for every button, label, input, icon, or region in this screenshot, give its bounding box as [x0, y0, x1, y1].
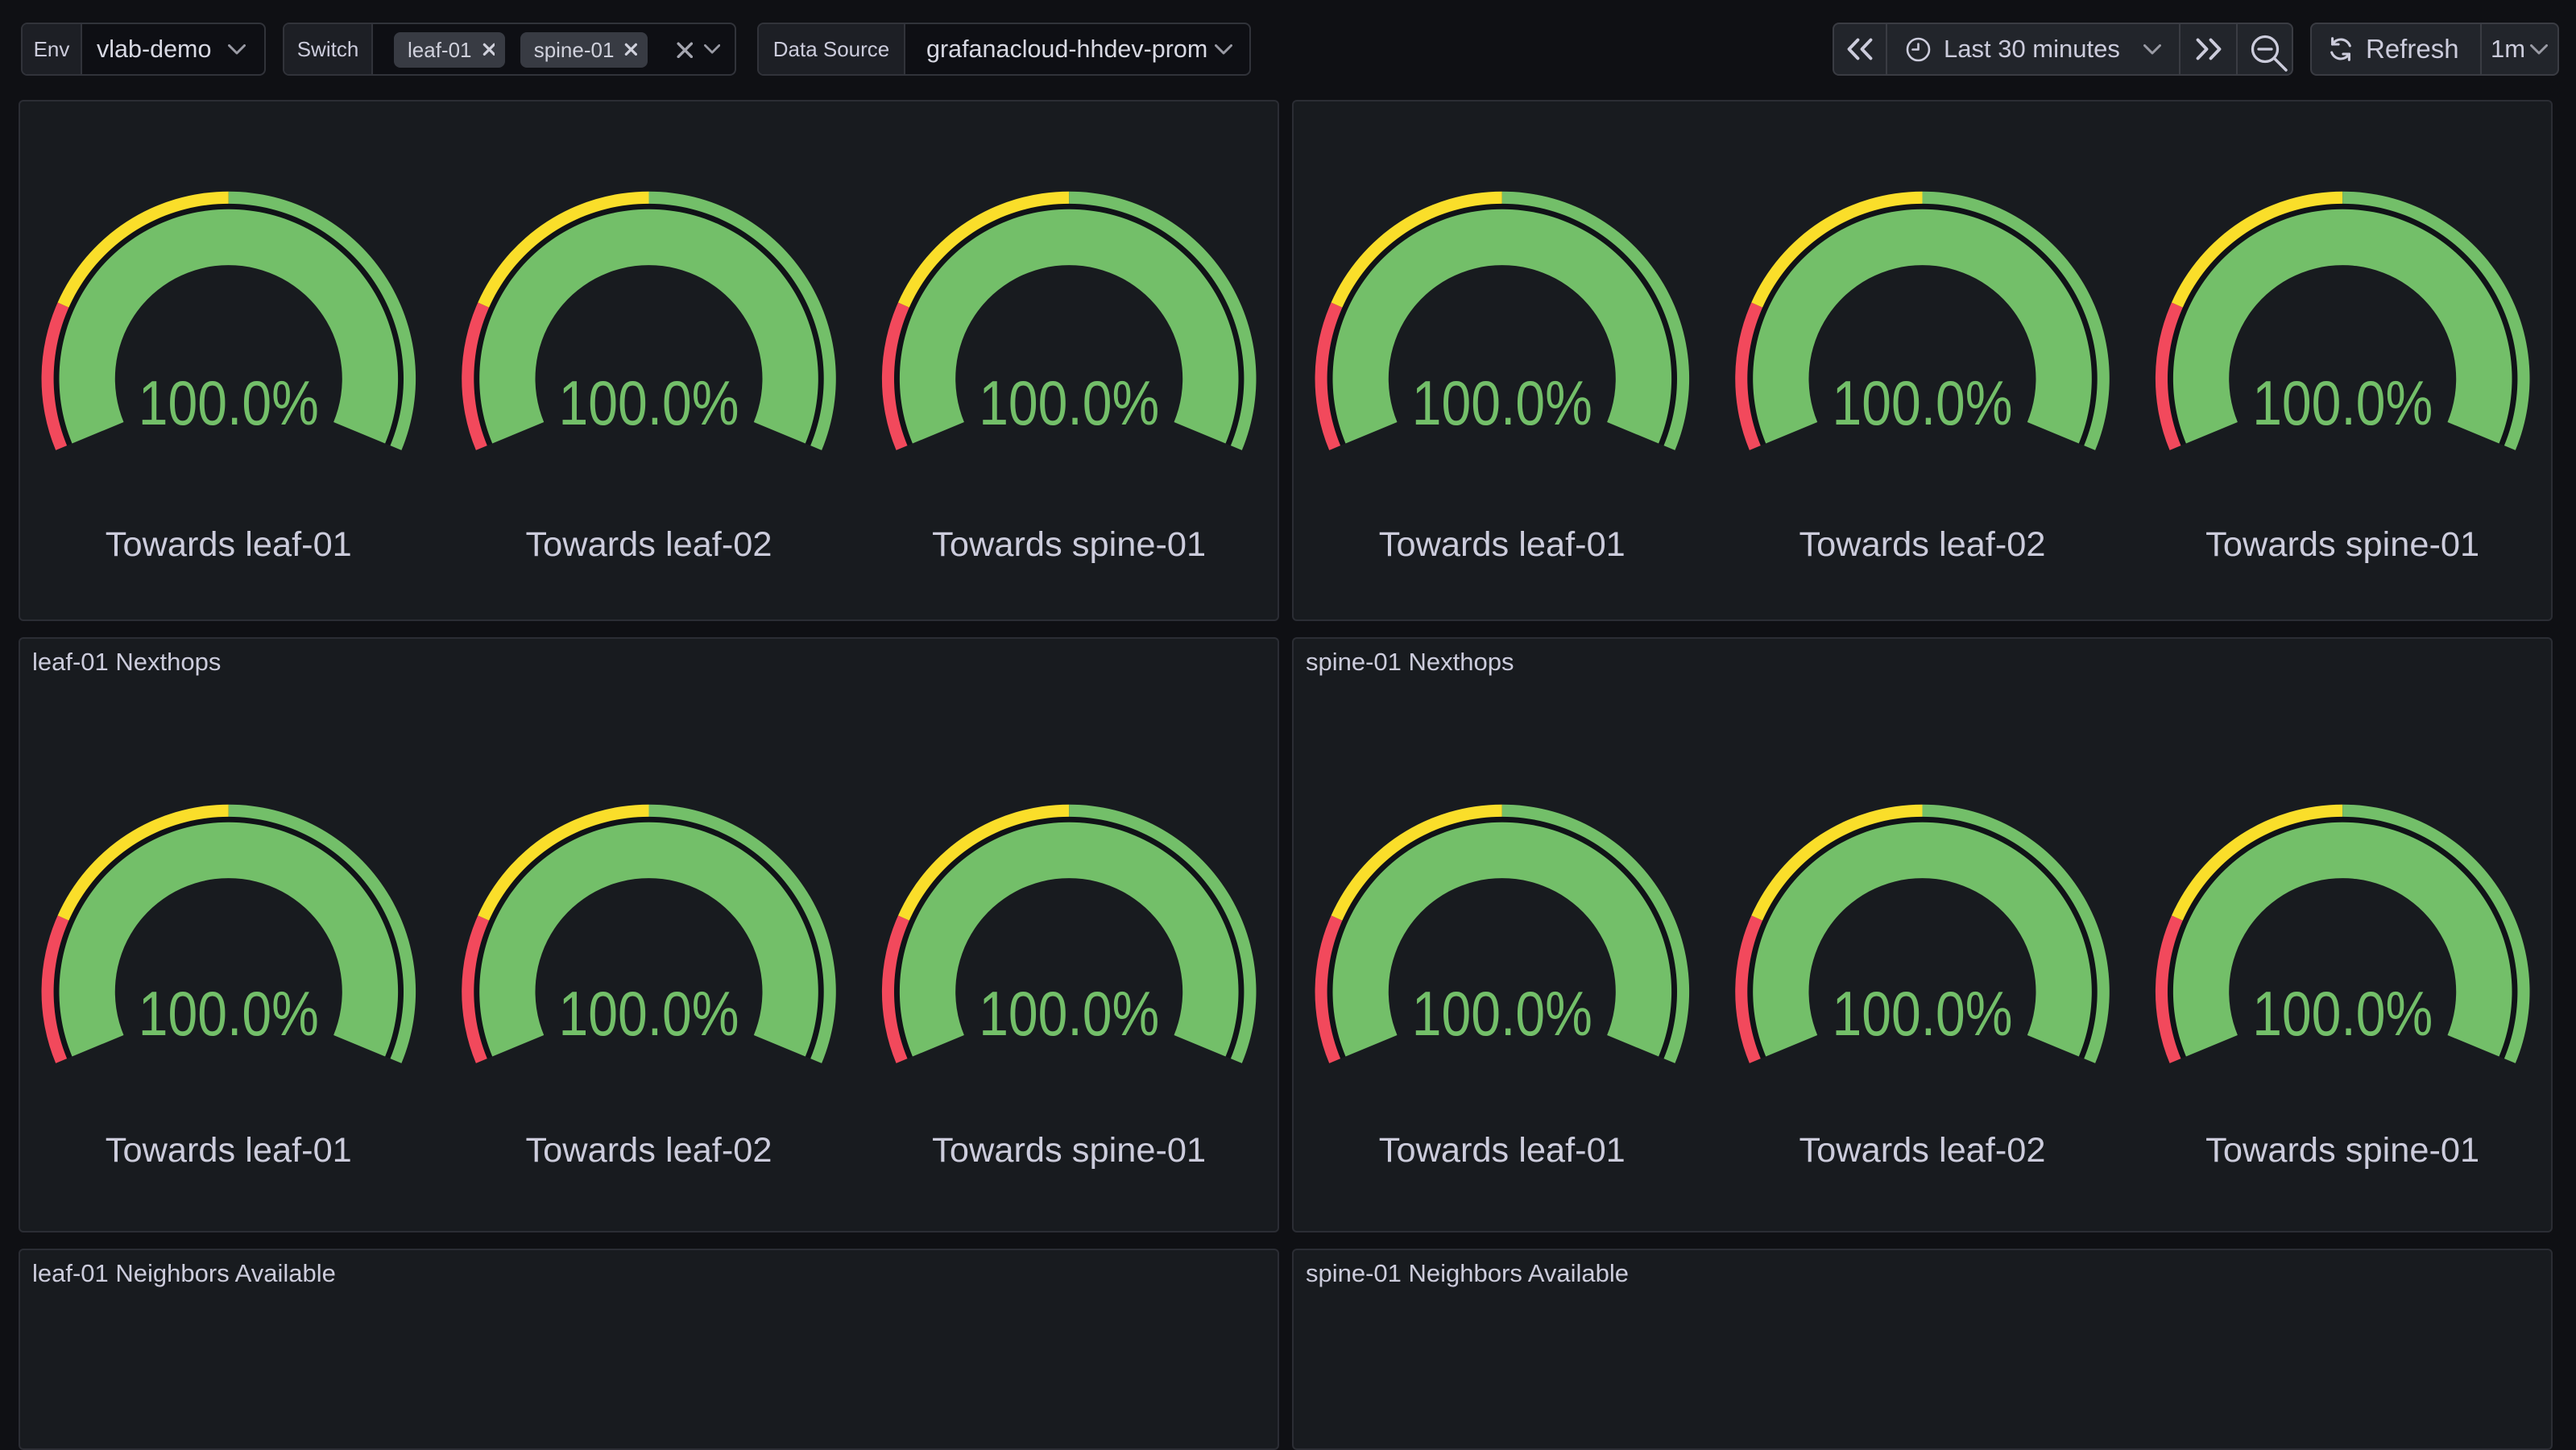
svg-text:Towards leaf-02: Towards leaf-02 [526, 1131, 772, 1170]
svg-text:100.0%: 100.0% [979, 978, 1159, 1049]
svg-text:Towards leaf-02: Towards leaf-02 [1799, 525, 2046, 564]
svg-text:100.0%: 100.0% [1412, 367, 1592, 438]
svg-text:100.0%: 100.0% [139, 367, 319, 438]
svg-text:Towards spine-01: Towards spine-01 [932, 525, 1206, 564]
svg-text:Towards spine-01: Towards spine-01 [2205, 1131, 2479, 1170]
svg-text:Towards leaf-02: Towards leaf-02 [1799, 1131, 2046, 1170]
svg-text:Towards leaf-01: Towards leaf-01 [1379, 1131, 1626, 1170]
svg-text:Towards leaf-01: Towards leaf-01 [106, 525, 352, 564]
svg-text:Towards spine-01: Towards spine-01 [932, 1131, 1206, 1170]
svg-text:100.0%: 100.0% [559, 367, 739, 438]
svg-text:Towards spine-01: Towards spine-01 [2205, 525, 2479, 564]
svg-text:100.0%: 100.0% [1412, 978, 1592, 1049]
svg-text:100.0%: 100.0% [1833, 367, 2013, 438]
svg-text:Towards leaf-01: Towards leaf-01 [1379, 525, 1626, 564]
svg-text:100.0%: 100.0% [2252, 367, 2433, 438]
svg-text:100.0%: 100.0% [979, 367, 1159, 438]
svg-text:100.0%: 100.0% [2252, 978, 2433, 1049]
svg-text:100.0%: 100.0% [139, 978, 319, 1049]
svg-text:Towards leaf-01: Towards leaf-01 [106, 1131, 352, 1170]
svg-text:Towards leaf-02: Towards leaf-02 [526, 525, 772, 564]
svg-text:100.0%: 100.0% [1833, 978, 2013, 1049]
svg-text:100.0%: 100.0% [559, 978, 739, 1049]
